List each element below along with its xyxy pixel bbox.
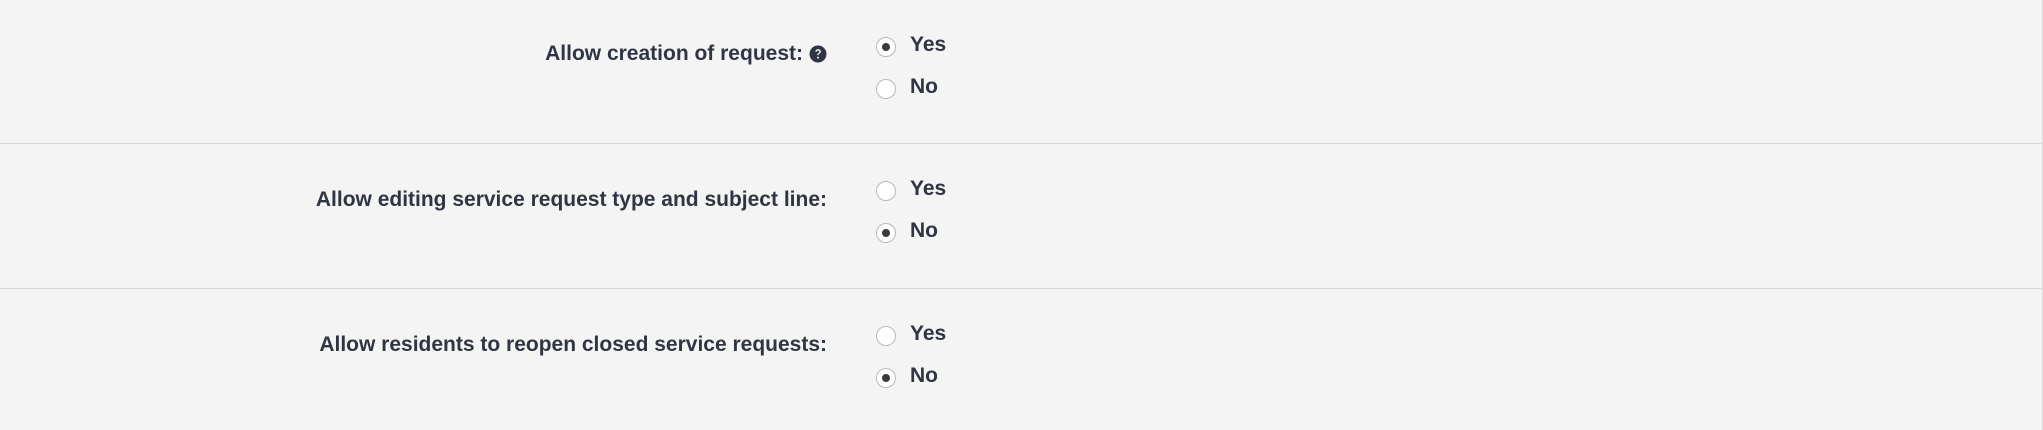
radio-option-yes[interactable]: Yes	[876, 322, 946, 346]
radio-option-no[interactable]: No	[876, 219, 938, 243]
radio-option-no[interactable]: No	[876, 75, 938, 99]
setting-label: Allow editing service request type and s…	[316, 188, 827, 212]
radio-option-no[interactable]: No	[876, 364, 938, 388]
radio-option-label: Yes	[910, 177, 947, 200]
radio-option-yes[interactable]: Yes	[876, 33, 946, 57]
help-icon[interactable]	[809, 45, 827, 63]
setting-row-allow-reopen: Allow residents to reopen closed service…	[0, 289, 2042, 430]
radio-button[interactable]	[876, 326, 896, 346]
radio-option-label: Yes	[910, 322, 947, 345]
setting-label: Allow residents to reopen closed service…	[319, 333, 827, 357]
setting-label-text: Allow creation of request:	[545, 42, 803, 65]
settings-panel: Allow creation of request: Yes No Allow …	[0, 0, 2043, 430]
radio-button-checked[interactable]	[876, 368, 896, 388]
setting-label: Allow creation of request:	[545, 42, 827, 66]
radio-option-label: Yes	[910, 33, 947, 56]
radio-button[interactable]	[876, 181, 896, 201]
radio-button-checked[interactable]	[876, 223, 896, 243]
radio-option-label: No	[910, 75, 938, 98]
radio-option-yes[interactable]: Yes	[876, 177, 946, 201]
setting-label-text: Allow editing service request type and s…	[315, 188, 827, 211]
radio-option-label: No	[910, 219, 938, 242]
radio-button-checked[interactable]	[876, 37, 896, 57]
radio-option-label: No	[910, 364, 938, 387]
setting-label-text: Allow residents to reopen closed service…	[319, 333, 827, 356]
setting-row-allow-editing: Allow editing service request type and s…	[0, 144, 2042, 289]
setting-row-allow-creation: Allow creation of request: Yes No	[0, 0, 2042, 144]
radio-button[interactable]	[876, 79, 896, 99]
